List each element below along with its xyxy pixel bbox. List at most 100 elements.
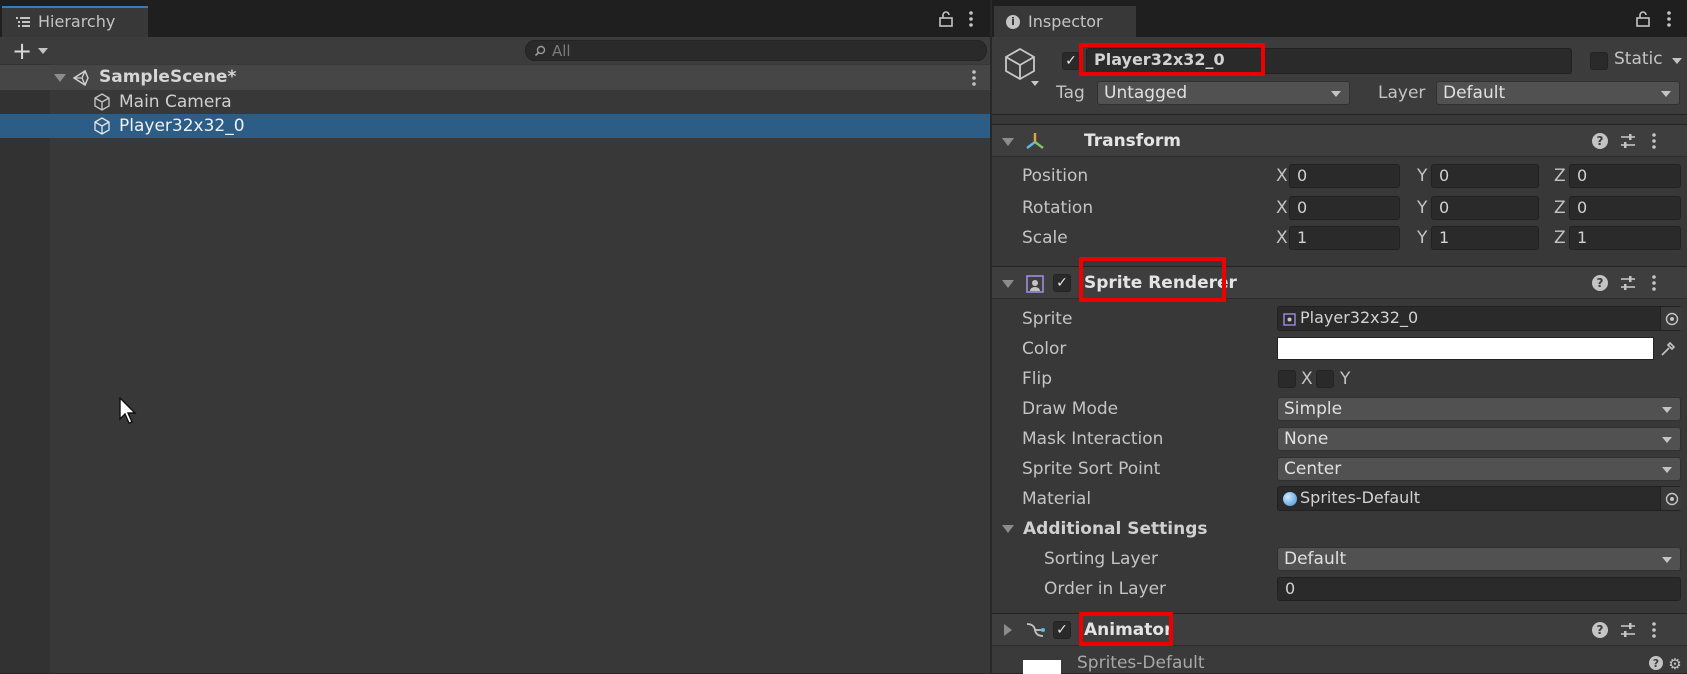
color-swatch[interactable]: [1277, 337, 1654, 360]
position-x-field[interactable]: 0: [1289, 164, 1400, 188]
active-checkbox[interactable]: ✓: [1062, 52, 1080, 70]
rotation-z-field[interactable]: 0: [1569, 196, 1681, 220]
draw-mode-dropdown[interactable]: Simple: [1277, 397, 1681, 421]
scene-name: SampleScene*: [99, 67, 237, 87]
material-preview-row: Sprites-Default ? ⚙: [992, 647, 1687, 674]
gear-icon[interactable]: ⚙: [1667, 655, 1683, 673]
help-icon[interactable]: ?: [1592, 133, 1608, 149]
preset-icon[interactable]: [1620, 622, 1636, 638]
fold-right-icon[interactable]: [1004, 624, 1012, 636]
transform-header[interactable]: Transform ?: [992, 124, 1687, 157]
hierarchy-tab-bar: Hierarchy: [0, 0, 990, 37]
search-placeholder: All: [552, 42, 571, 60]
check-icon: ✓: [1056, 275, 1068, 291]
axis-y-label: Y: [1417, 166, 1428, 186]
order-in-layer-value: 0: [1285, 579, 1296, 598]
transform-row-scale: Scale X 1 Y 1 Z 1: [992, 225, 1687, 251]
static-checkbox[interactable]: [1590, 52, 1608, 70]
eyedropper-icon[interactable]: [1658, 339, 1678, 359]
preset-icon[interactable]: [1620, 275, 1636, 291]
sprite-renderer-enabled-checkbox[interactable]: ✓: [1053, 274, 1071, 292]
lock-icon[interactable]: [938, 11, 954, 27]
chevron-down-icon: [1661, 91, 1671, 97]
info-icon: i: [1006, 15, 1020, 29]
gameobject-large-icon[interactable]: [1004, 47, 1040, 87]
gameobject-icon: [93, 117, 111, 135]
sprite-object-field[interactable]: Player32x32_0: [1277, 306, 1682, 331]
fold-down-icon[interactable]: [1002, 280, 1014, 288]
component-menu-icon[interactable]: [1650, 622, 1658, 638]
component-menu-icon[interactable]: [1650, 133, 1658, 149]
tag-value: Untagged: [1104, 83, 1188, 103]
order-in-layer-field[interactable]: 0: [1277, 577, 1681, 601]
more-vert-icon[interactable]: [1662, 10, 1676, 28]
tag-dropdown[interactable]: Untagged: [1097, 81, 1350, 105]
sorting-layer-label: Sorting Layer: [1044, 549, 1158, 569]
help-icon[interactable]: ?: [1649, 656, 1663, 670]
lock-icon[interactable]: [1635, 11, 1651, 27]
animator-enabled-checkbox[interactable]: ✓: [1053, 621, 1071, 639]
component-menu-icon[interactable]: [1650, 275, 1658, 291]
flip-x-checkbox[interactable]: [1278, 370, 1296, 388]
axis-x-label: X: [1276, 166, 1288, 186]
axis-x-label: X: [1276, 228, 1288, 248]
object-picker-icon[interactable]: [1660, 307, 1682, 330]
rotation-y-field[interactable]: 0: [1431, 196, 1539, 220]
object-header: ✓ Player32x32_0 Static Tag Untagged Laye…: [992, 37, 1687, 115]
layer-dropdown[interactable]: Default: [1436, 81, 1680, 105]
value: 0: [1439, 166, 1450, 185]
scene-menu-icon[interactable]: [970, 70, 978, 86]
value: 0: [1577, 198, 1588, 217]
axis-x-label: X: [1276, 198, 1288, 218]
rotation-x-field[interactable]: 0: [1289, 196, 1400, 220]
fold-down-icon[interactable]: [1002, 525, 1014, 533]
fold-down-icon[interactable]: [1002, 138, 1014, 146]
draw-mode-label: Draw Mode: [1022, 399, 1119, 419]
list-item-selected[interactable]: Player32x32_0: [0, 114, 990, 138]
plus-icon: +: [11, 37, 33, 65]
scene-row[interactable]: SampleScene*: [0, 65, 990, 90]
color-label: Color: [1022, 339, 1067, 359]
preset-icon[interactable]: [1620, 133, 1636, 149]
scale-y-field[interactable]: 1: [1431, 226, 1539, 250]
sprite-label: Sprite: [1022, 309, 1073, 329]
axis-z-label: Z: [1554, 166, 1566, 186]
static-chevron-icon[interactable]: [1672, 58, 1682, 64]
help-icon[interactable]: ?: [1592, 622, 1608, 638]
sprite-sort-point-label: Sprite Sort Point: [1022, 459, 1161, 479]
gameobject-icon: [93, 93, 111, 111]
flip-y-checkbox[interactable]: [1316, 370, 1334, 388]
position-z-field[interactable]: 0: [1569, 164, 1681, 188]
transform-row-position: Position X 0 Y 0 Z 0: [992, 163, 1687, 189]
sprite-sort-point-dropdown[interactable]: Center: [1277, 457, 1681, 481]
sprite-asset-icon: [1283, 313, 1296, 326]
axis-y-label: Y: [1417, 228, 1428, 248]
axis-y-label: Y: [1417, 198, 1428, 218]
value: 1: [1297, 228, 1308, 247]
help-icon[interactable]: ?: [1592, 275, 1608, 291]
hierarchy-panel: Hierarchy + All SampleScene* Main Camera…: [0, 0, 990, 673]
add-object-button[interactable]: +: [10, 37, 50, 65]
search-input[interactable]: All: [525, 40, 987, 61]
value: 1: [1439, 228, 1450, 247]
scale-z-field[interactable]: 1: [1569, 226, 1681, 250]
chevron-down-icon: [1662, 437, 1672, 443]
scale-x-field[interactable]: 1: [1289, 226, 1400, 250]
position-y-field[interactable]: 0: [1431, 164, 1539, 188]
list-item[interactable]: Main Camera: [50, 90, 990, 114]
material-object-field[interactable]: Sprites-Default: [1277, 486, 1682, 511]
tab-inspector[interactable]: i Inspector: [994, 6, 1136, 37]
more-vert-icon[interactable]: [964, 10, 978, 28]
row-label: Rotation: [1022, 198, 1094, 218]
sprite-value: Player32x32_0: [1300, 308, 1419, 327]
mask-interaction-dropdown[interactable]: None: [1277, 427, 1681, 451]
list-item-label: Main Camera: [119, 92, 232, 112]
layer-value: Default: [1443, 83, 1506, 103]
highlight-box-animator: [1079, 612, 1173, 646]
additional-settings-title[interactable]: Additional Settings: [1023, 516, 1208, 542]
fold-down-icon[interactable]: [54, 74, 66, 82]
sorting-layer-dropdown[interactable]: Default: [1277, 547, 1681, 571]
inspector-panel: i Inspector ✓ Player32x32_0 Static Tag U…: [992, 0, 1687, 674]
object-picker-icon[interactable]: [1660, 487, 1682, 510]
tab-hierarchy[interactable]: Hierarchy: [2, 6, 148, 37]
